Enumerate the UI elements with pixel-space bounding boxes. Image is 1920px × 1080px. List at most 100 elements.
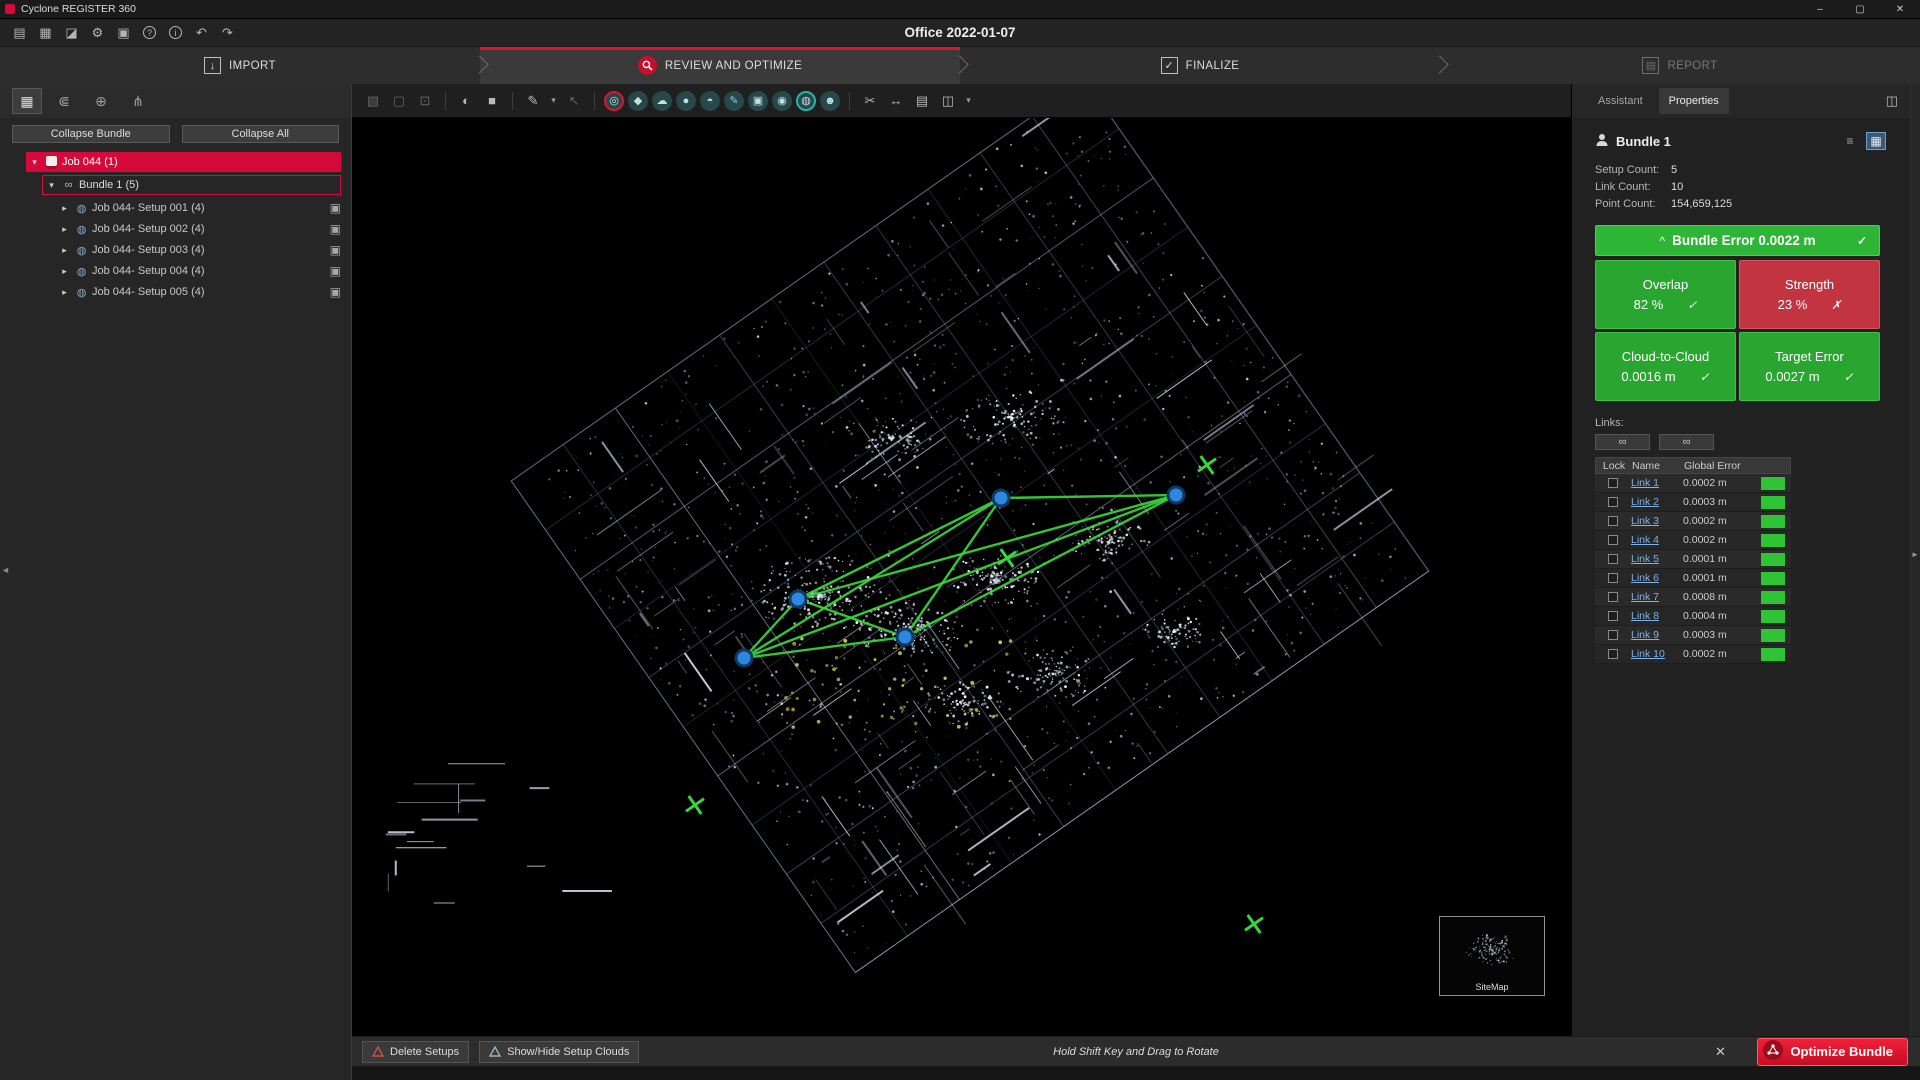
overlap-tile[interactable]: Overlap 82 %✓ bbox=[1595, 260, 1736, 329]
settings-gear-icon[interactable]: ⚙ bbox=[86, 22, 109, 44]
lock-checkbox[interactable] bbox=[1595, 611, 1631, 621]
link-name-link[interactable]: Link 8 bbox=[1631, 610, 1683, 622]
tab-attachments[interactable]: ⋐ bbox=[49, 88, 79, 114]
column-header-name[interactable]: Name bbox=[1632, 460, 1684, 472]
target-error-tile[interactable]: Target Error 0.0027 m✓ bbox=[1739, 332, 1880, 401]
sitemap-minimap[interactable]: SiteMap bbox=[1439, 916, 1545, 996]
zoom-window-icon[interactable]: ⊡ bbox=[414, 90, 436, 112]
lock-checkbox[interactable] bbox=[1595, 630, 1631, 640]
expand-caret-icon[interactable]: ▸ bbox=[58, 266, 71, 277]
expand-view-icon[interactable]: ↔ bbox=[885, 90, 907, 112]
tab-properties[interactable]: Properties bbox=[1659, 88, 1729, 114]
cut-cloud-icon[interactable]: ✂ bbox=[859, 90, 881, 112]
tab-web-maps[interactable]: ⊕ bbox=[86, 88, 116, 114]
cloud-visibility-icon[interactable]: ☁ bbox=[652, 91, 672, 111]
limit-box-icon[interactable]: ◎ bbox=[604, 91, 624, 111]
viewport-layout-icon[interactable]: ◫ bbox=[937, 90, 959, 112]
redo-icon[interactable]: ↷ bbox=[216, 22, 239, 44]
link-name-link[interactable]: Link 4 bbox=[1631, 534, 1683, 546]
grid-view-icon[interactable]: ▦ bbox=[1866, 132, 1886, 150]
maximize-button[interactable]: ▢ bbox=[1840, 0, 1880, 18]
layers-icon[interactable]: ▤ bbox=[911, 90, 933, 112]
expand-caret-icon[interactable]: ▸ bbox=[58, 245, 71, 256]
setup-image-icon[interactable]: ▣ bbox=[330, 264, 341, 278]
close-button[interactable]: ✕ bbox=[1880, 0, 1920, 18]
open-project-icon[interactable]: ▤ bbox=[8, 22, 31, 44]
lock-links-button[interactable]: ∞ bbox=[1659, 434, 1714, 450]
registration-map-view[interactable]: SiteMap bbox=[352, 118, 1571, 1036]
lock-checkbox[interactable] bbox=[1595, 554, 1631, 564]
person-pin-icon[interactable]: ☻ bbox=[820, 91, 840, 111]
expand-caret-icon[interactable]: ▸ bbox=[58, 203, 71, 214]
collapse-left-panel-arrow[interactable]: ◄ bbox=[1, 565, 10, 575]
setup-image-icon[interactable]: ▣ bbox=[330, 285, 341, 299]
select-tool-icon[interactable]: ▧ bbox=[362, 90, 384, 112]
expand-right-panel-arrow[interactable]: ► bbox=[1911, 550, 1919, 559]
collapse-all-button[interactable]: Collapse All bbox=[182, 125, 340, 143]
tree-item-job[interactable]: ▾ Job 044 (1) bbox=[26, 152, 341, 172]
setup-image-icon[interactable]: ▣ bbox=[330, 201, 341, 215]
expand-caret-icon[interactable]: ▸ bbox=[58, 224, 71, 235]
collapse-bundle-button[interactable]: Collapse Bundle bbox=[12, 125, 170, 143]
optimize-bundle-button[interactable]: Optimize Bundle bbox=[1757, 1038, 1908, 1066]
tree-item-setup[interactable]: ▸◍Job 044- Setup 001 (4)▣ bbox=[56, 198, 341, 218]
view-ball-icon[interactable]: ◐ bbox=[455, 90, 477, 112]
tab-workflow-tree[interactable]: ⋔ bbox=[123, 88, 153, 114]
checker-target-icon[interactable]: ◓ bbox=[700, 91, 720, 111]
column-header-global-error[interactable]: Global Error bbox=[1684, 460, 1790, 472]
tab-assistant[interactable]: Assistant bbox=[1588, 88, 1653, 114]
tree-item-setup[interactable]: ▸◍Job 044- Setup 003 (4)▣ bbox=[56, 240, 341, 260]
lock-checkbox[interactable] bbox=[1595, 535, 1631, 545]
collapse-caret-icon[interactable]: ▾ bbox=[45, 180, 58, 191]
save-project-icon[interactable]: ▦ bbox=[34, 22, 57, 44]
delete-setups-button[interactable]: Delete Setups bbox=[362, 1041, 469, 1063]
workflow-step-review-and-optimize[interactable]: REVIEW AND OPTIMIZE bbox=[480, 47, 960, 84]
annotation-pen-icon[interactable]: ✎ bbox=[724, 91, 744, 111]
column-header-lock[interactable]: Lock bbox=[1596, 460, 1632, 472]
lock-checkbox[interactable] bbox=[1595, 573, 1631, 583]
collapse-panel-icon[interactable]: ◫ bbox=[1880, 89, 1904, 113]
link-name-link[interactable]: Link 9 bbox=[1631, 629, 1683, 641]
workflow-step-import[interactable]: ↓ IMPORT bbox=[0, 47, 480, 84]
tag-icon[interactable]: ◆ bbox=[628, 91, 648, 111]
rect-select-icon[interactable]: ▢ bbox=[388, 90, 410, 112]
storage-icon[interactable]: ▣ bbox=[112, 22, 135, 44]
measure-caret-icon[interactable]: ▾ bbox=[548, 90, 559, 112]
link-name-link[interactable]: Link 1 bbox=[1631, 477, 1683, 489]
link-name-link[interactable]: Link 10 bbox=[1631, 648, 1683, 660]
link-name-link[interactable]: Link 6 bbox=[1631, 572, 1683, 584]
geotag-pin-icon[interactable]: ◍ bbox=[796, 91, 816, 111]
link-name-link[interactable]: Link 3 bbox=[1631, 515, 1683, 527]
show-hide-setup-clouds-button[interactable]: Show/Hide Setup Clouds bbox=[479, 1041, 639, 1063]
tree-item-setup[interactable]: ▸◍Job 044- Setup 002 (4)▣ bbox=[56, 219, 341, 239]
view-plane-icon[interactable]: ■ bbox=[481, 90, 503, 112]
cloud-to-cloud-tile[interactable]: Cloud-to-Cloud 0.0016 m✓ bbox=[1595, 332, 1736, 401]
undo-icon[interactable]: ↶ bbox=[190, 22, 213, 44]
workflow-step-report[interactable]: ▤ REPORT bbox=[1440, 47, 1920, 84]
tree-item-setup[interactable]: ▸◍Job 044- Setup 005 (4)▣ bbox=[56, 282, 341, 302]
close-view-button[interactable]: ✕ bbox=[1709, 1044, 1731, 1060]
strength-tile[interactable]: Strength 23 %✗ bbox=[1739, 260, 1880, 329]
collapse-caret-icon[interactable]: ▾ bbox=[28, 157, 41, 168]
tree-item-setup[interactable]: ▸◍Job 044- Setup 004 (4)▣ bbox=[56, 261, 341, 281]
camera-icon[interactable]: ◉ bbox=[772, 91, 792, 111]
expand-caret-icon[interactable]: ▸ bbox=[58, 287, 71, 298]
create-link-button[interactable]: ∞ bbox=[1595, 434, 1650, 450]
help-icon[interactable]: ? bbox=[138, 22, 161, 44]
lock-checkbox[interactable] bbox=[1595, 649, 1631, 659]
lock-checkbox[interactable] bbox=[1595, 516, 1631, 526]
link-name-link[interactable]: Link 2 bbox=[1631, 496, 1683, 508]
toolbar-caret-icon[interactable]: ▾ bbox=[963, 90, 974, 112]
import-data-icon[interactable]: ◪ bbox=[60, 22, 83, 44]
image-icon[interactable]: ▣ bbox=[748, 91, 768, 111]
info-icon[interactable]: i bbox=[164, 22, 187, 44]
tree-item-bundle[interactable]: ▾ ∞ Bundle 1 (5) bbox=[42, 175, 341, 195]
bundle-error-banner[interactable]: ^ Bundle Error 0.0022 m ✓ bbox=[1595, 225, 1880, 256]
measure-tool-icon[interactable]: ✎ bbox=[522, 90, 544, 112]
setup-image-icon[interactable]: ▣ bbox=[330, 243, 341, 257]
minimize-button[interactable]: – bbox=[1800, 0, 1840, 18]
link-name-link[interactable]: Link 5 bbox=[1631, 553, 1683, 565]
lock-checkbox[interactable] bbox=[1595, 592, 1631, 602]
sphere-target-icon[interactable]: ● bbox=[676, 91, 696, 111]
list-view-icon[interactable]: ≡ bbox=[1840, 132, 1860, 150]
